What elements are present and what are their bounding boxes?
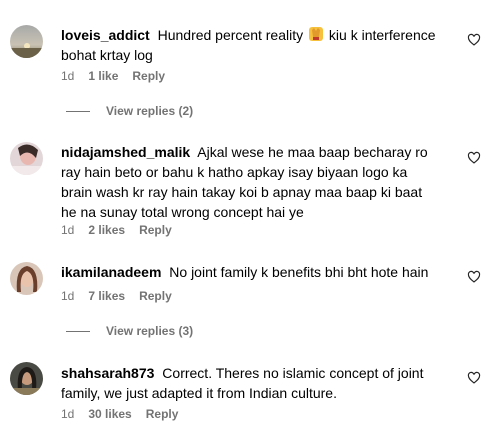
comment-meta: 1d 7 likes Reply xyxy=(61,289,186,303)
heart-outline-icon[interactable] xyxy=(467,33,481,47)
likes-count[interactable]: 7 likes xyxy=(88,289,125,303)
view-replies-button[interactable]: View replies (3) xyxy=(66,324,193,338)
view-replies-button[interactable]: View replies (2) xyxy=(66,104,193,118)
replies-divider xyxy=(66,330,90,332)
heart-outline-icon[interactable] xyxy=(467,371,481,385)
username[interactable]: ikamilanadeem xyxy=(61,264,161,280)
avatar[interactable] xyxy=(10,142,43,175)
comment-meta: 1d 2 likes Reply xyxy=(61,223,186,237)
likes-count[interactable]: 1 like xyxy=(88,69,118,83)
heart-outline-icon[interactable] xyxy=(467,270,481,284)
replies-divider xyxy=(66,110,90,112)
view-replies-label: View replies (2) xyxy=(106,104,194,118)
likes-count[interactable]: 2 likes xyxy=(88,223,125,237)
comment-text: loveis_addict Hundred percent reality ki… xyxy=(61,25,441,65)
view-replies-label: View replies (3) xyxy=(106,324,194,338)
reply-button[interactable]: Reply xyxy=(132,69,165,83)
username[interactable]: shahsarah873 xyxy=(61,365,154,381)
reply-button[interactable]: Reply xyxy=(139,223,172,237)
reply-button[interactable]: Reply xyxy=(146,407,179,421)
timestamp: 1d xyxy=(61,69,75,83)
comment-text-part: Hundred percent reality xyxy=(157,27,304,43)
timestamp: 1d xyxy=(61,223,75,237)
comment-text: ikamilanadeem No joint family k benefits… xyxy=(61,262,441,282)
comment-text: nidajamshed_malik Ajkal wese he maa baap… xyxy=(61,142,441,222)
comment-meta: 1d 30 likes Reply xyxy=(61,407,192,421)
comment-meta: 1d 1 like Reply xyxy=(61,69,179,83)
avatar[interactable] xyxy=(10,262,43,295)
likes-count[interactable]: 30 likes xyxy=(88,407,131,421)
comment-text-part: No joint family k benefits bhi bht hote … xyxy=(169,264,429,280)
reply-button[interactable]: Reply xyxy=(139,289,172,303)
username[interactable]: loveis_addict xyxy=(61,27,150,43)
avatar[interactable] xyxy=(10,362,43,395)
timestamp: 1d xyxy=(61,289,75,303)
username[interactable]: nidajamshed_malik xyxy=(61,144,190,160)
avatar[interactable] xyxy=(10,25,43,58)
heart-outline-icon[interactable] xyxy=(467,151,481,165)
raising-hands-emoji xyxy=(309,27,324,41)
comment-text: shahsarah873 Correct. Theres no islamic … xyxy=(61,363,441,403)
timestamp: 1d xyxy=(61,407,75,421)
